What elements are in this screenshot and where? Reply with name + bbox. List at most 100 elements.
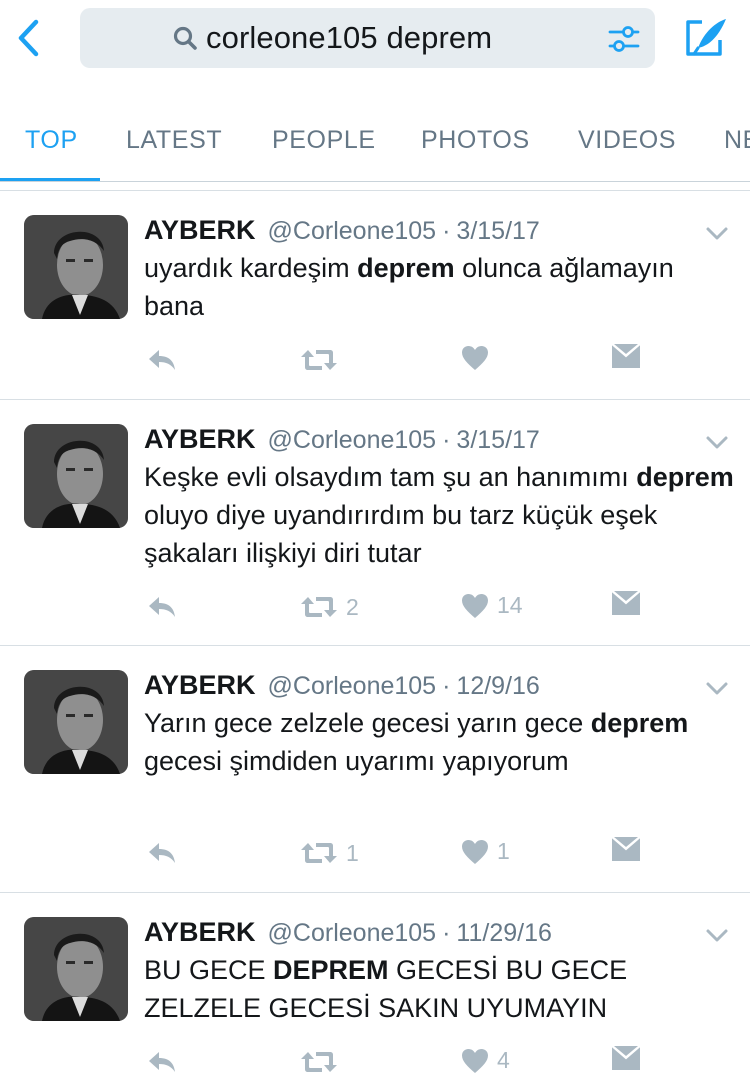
tweet[interactable]: AYBERK @Corleone105 · 3/15/17 Keşke evli… — [0, 400, 750, 646]
tweet-text-part: oluyo diye uyandırırdım bu tarz küçük eş… — [144, 500, 658, 568]
chevron-down-icon — [706, 436, 728, 449]
search-bar[interactable]: corleone105 deprem — [80, 8, 655, 68]
tweet[interactable]: AYBERK @Corleone105 · 12/9/16 Yarın gece… — [0, 646, 750, 893]
compose-button[interactable] — [682, 16, 730, 60]
tweet-header: AYBERK @Corleone105 · 12/9/16 — [144, 670, 540, 701]
search-tabs: TOP LATEST PEOPLE PHOTOS VIDEOS NE — [0, 96, 750, 182]
reply-icon — [149, 350, 175, 370]
user-handle[interactable]: @Corleone105 — [268, 919, 437, 948]
display-name[interactable]: AYBERK — [144, 424, 256, 455]
tweet-header: AYBERK @Corleone105 · 3/15/17 — [144, 424, 540, 455]
tweet-date[interactable]: 12/9/16 — [456, 672, 539, 701]
reply-button[interactable] — [146, 840, 178, 866]
tweet-actions: 2 14 — [0, 590, 750, 630]
reply-button[interactable] — [146, 347, 178, 373]
tweet[interactable]: AYBERK @Corleone105 · 11/29/16 BU GECE D… — [0, 893, 750, 1086]
compose-tweet-icon — [686, 19, 726, 56]
like-button[interactable]: 1 — [461, 838, 510, 865]
search-term-highlight: deprem — [636, 462, 734, 492]
direct-message-icon — [611, 836, 641, 861]
tweet-actions: 4 — [0, 1045, 750, 1085]
direct-message-button[interactable] — [611, 590, 641, 616]
tweet-options-button[interactable] — [704, 678, 730, 698]
direct-message-icon — [611, 1045, 641, 1070]
heart-icon — [462, 593, 488, 618]
display-name[interactable]: AYBERK — [144, 917, 256, 948]
direct-message-button[interactable] — [611, 343, 641, 369]
like-button[interactable]: 4 — [461, 1047, 510, 1074]
retweet-button[interactable]: 1 — [300, 839, 359, 867]
separator: · — [442, 217, 451, 245]
reply-icon — [149, 1052, 175, 1072]
tweet-header: AYBERK @Corleone105 · 11/29/16 — [144, 917, 552, 948]
avatar[interactable] — [24, 424, 128, 528]
search-header: corleone105 deprem — [0, 0, 750, 80]
user-handle[interactable]: @Corleone105 — [268, 217, 437, 246]
display-name[interactable]: AYBERK — [144, 215, 256, 246]
retweet-button[interactable] — [300, 1048, 346, 1076]
tweet-text-part: BU GECE — [144, 955, 274, 985]
search-query-group: corleone105 deprem — [172, 8, 492, 68]
display-name[interactable]: AYBERK — [144, 670, 256, 701]
retweet-icon — [301, 597, 337, 617]
filter-sliders-icon — [608, 26, 640, 52]
like-count: 4 — [497, 1047, 510, 1073]
user-handle[interactable]: @Corleone105 — [268, 672, 437, 701]
retweet-icon — [301, 843, 337, 863]
user-handle[interactable]: @Corleone105 — [268, 426, 437, 455]
tweet-options-button[interactable] — [704, 432, 730, 452]
tweet-text: uyardık kardeşim deprem olunca ağlamayın… — [144, 249, 734, 325]
tweet-text-part: gecesi şimdiden uyarımı yapıyorum — [144, 746, 569, 776]
reply-icon — [149, 843, 175, 863]
tweet-actions: 1 1 — [0, 836, 750, 876]
filter-button[interactable] — [607, 22, 641, 56]
tweet-date[interactable]: 3/15/17 — [456, 217, 539, 246]
like-button[interactable] — [461, 345, 497, 371]
tab-news[interactable]: NE — [724, 96, 750, 181]
avatar[interactable] — [24, 670, 128, 774]
tweet-header: AYBERK @Corleone105 · 3/15/17 — [144, 215, 540, 246]
avatar[interactable] — [24, 917, 128, 1021]
tweet-date[interactable]: 11/29/16 — [456, 919, 551, 948]
direct-message-button[interactable] — [611, 836, 641, 862]
reply-button[interactable] — [146, 1049, 178, 1075]
separator: · — [442, 672, 451, 700]
tweet-text-part: uyardık kardeşim — [144, 253, 358, 283]
retweet-count: 1 — [346, 839, 359, 866]
tweet-text: BU GECE DEPREM GECESİ BU GECE ZELZELE GE… — [144, 951, 734, 1027]
direct-message-icon — [611, 343, 641, 368]
tweet-text: Keşke evli olsaydım tam şu an hanımımı d… — [144, 458, 734, 572]
back-button[interactable] — [10, 18, 46, 58]
retweet-button[interactable]: 2 — [300, 593, 359, 621]
tweet-text: Yarın gece zelzele gecesi yarın gece dep… — [144, 704, 734, 780]
separator: · — [442, 919, 451, 947]
avatar[interactable] — [24, 215, 128, 319]
tweet-options-button[interactable] — [704, 925, 730, 945]
like-button[interactable]: 14 — [461, 592, 523, 619]
tweet[interactable]: AYBERK @Corleone105 · 3/15/17 uyardık ka… — [0, 191, 750, 400]
tweet-date[interactable]: 3/15/17 — [456, 426, 539, 455]
tab-photos[interactable]: PHOTOS — [421, 96, 530, 181]
tab-latest[interactable]: LATEST — [126, 96, 222, 181]
tweet-text-part: Keşke evli olsaydım tam şu an hanımımı — [144, 462, 637, 492]
retweet-count: 2 — [346, 593, 359, 620]
reply-icon — [149, 597, 175, 617]
tab-top[interactable]: TOP — [25, 96, 78, 181]
direct-message-button[interactable] — [611, 1045, 641, 1071]
heart-icon — [462, 1048, 488, 1073]
like-count: 14 — [497, 592, 523, 618]
direct-message-icon — [611, 590, 641, 615]
tweet-options-button[interactable] — [704, 223, 730, 243]
chevron-down-icon — [706, 929, 728, 942]
tab-videos[interactable]: VIDEOS — [578, 96, 676, 181]
search-term-highlight: deprem — [590, 708, 689, 738]
search-input[interactable]: corleone105 deprem — [206, 20, 492, 56]
tab-people[interactable]: PEOPLE — [272, 96, 376, 181]
retweet-button[interactable] — [300, 346, 346, 374]
search-icon — [172, 25, 198, 51]
reply-button[interactable] — [146, 594, 178, 620]
heart-icon — [462, 839, 488, 864]
active-tab-indicator — [0, 178, 100, 181]
separator: · — [442, 426, 451, 454]
chevron-down-icon — [706, 682, 728, 695]
